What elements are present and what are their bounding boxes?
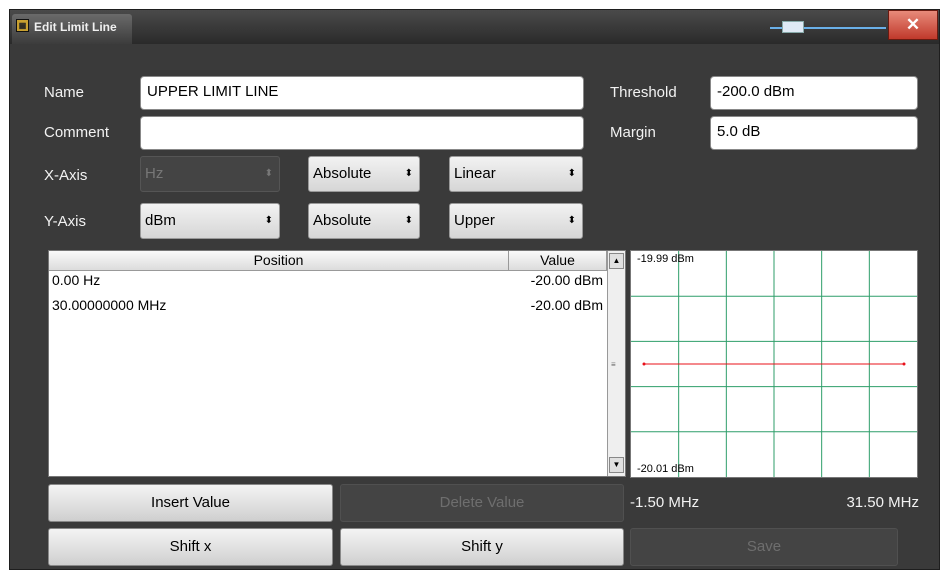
dropdown-arrow-icon: ⬍ [567, 168, 576, 179]
x-stop-label: 31.50 MHz [846, 494, 919, 511]
y-axis-label: Y-Axis [44, 213, 86, 230]
limit-values-table: Position Value 0.00 Hz -20.00 dBm 30.000… [48, 250, 626, 477]
scroll-grip-icon[interactable]: ≡ [611, 361, 622, 373]
margin-label: Margin [610, 124, 656, 141]
preview-chart [631, 251, 917, 477]
y-axis-type-value: Upper [454, 212, 495, 229]
dialog-title: Edit Limit Line [34, 20, 117, 34]
y-top-label: -19.99 dBm [637, 253, 694, 265]
x-axis-mode-value: Absolute [313, 165, 372, 182]
value-column-header[interactable]: Value [509, 251, 607, 270]
save-button: Save [630, 528, 898, 566]
table-scrollbar[interactable]: ▲ ≡ ▼ [607, 251, 625, 476]
x-axis-scale-value: Linear [454, 165, 496, 182]
position-column-header[interactable]: Position [49, 251, 509, 270]
threshold-field[interactable]: -200.0 dBm [710, 76, 918, 110]
y-axis-mode-select[interactable]: Absolute ⬍ [308, 203, 420, 239]
limit-point [902, 362, 906, 366]
value-cell[interactable]: -20.00 dBm [531, 297, 603, 313]
position-cell[interactable]: 30.00000000 MHz [52, 297, 166, 313]
x-axis-mode-select[interactable]: Absolute ⬍ [308, 156, 420, 192]
shift-y-button[interactable]: Shift y [340, 528, 624, 566]
shift-x-button[interactable]: Shift x [48, 528, 333, 566]
scroll-up-icon[interactable]: ▲ [609, 253, 624, 269]
scroll-down-icon[interactable]: ▼ [609, 457, 624, 473]
dropdown-arrow-icon: ⬍ [404, 215, 413, 226]
x-axis-label: X-Axis [44, 167, 88, 184]
y-axis-unit-value: dBm [145, 212, 176, 229]
title-bar[interactable]: ▦ Edit Limit Line ✕ [10, 10, 939, 44]
limit-line-preview: -19.99 dBm -20.01 dBm [630, 250, 918, 478]
comment-label: Comment [44, 124, 110, 141]
delete-value-button: Delete Value [340, 484, 624, 522]
threshold-label: Threshold [610, 84, 677, 101]
edit-limit-line-dialog: ▦ Edit Limit Line ✕ Name UPPER LIMIT LIN… [9, 9, 940, 570]
dropdown-arrow-icon: ⬍ [404, 168, 413, 179]
x-axis-unit-select: Hz ⬍ [140, 156, 280, 192]
name-label: Name [44, 84, 85, 101]
dropdown-arrow-icon: ⬍ [264, 215, 273, 226]
comment-field[interactable] [140, 116, 584, 150]
value-cell[interactable]: -20.00 dBm [531, 272, 603, 288]
x-axis-unit-value: Hz [145, 165, 164, 182]
x-axis-scale-select[interactable]: Linear ⬍ [449, 156, 583, 192]
table-header: Position Value [49, 251, 607, 271]
dropdown-arrow-icon: ⬍ [264, 168, 273, 179]
margin-field[interactable]: 5.0 dB [710, 116, 918, 150]
dialog-body: Name UPPER LIMIT LINE Threshold -200.0 d… [10, 44, 939, 569]
close-button[interactable]: ✕ [888, 10, 938, 40]
y-bottom-label: -20.01 dBm [637, 463, 694, 475]
x-start-label: -1.50 MHz [630, 494, 700, 511]
position-cell[interactable]: 0.00 Hz [52, 272, 100, 288]
transparency-slider-handle[interactable] [782, 21, 804, 33]
y-axis-unit-select[interactable]: dBm ⬍ [140, 203, 280, 239]
y-axis-type-select[interactable]: Upper ⬍ [449, 203, 583, 239]
app-icon: ▦ [16, 19, 29, 32]
insert-value-button[interactable]: Insert Value [48, 484, 333, 522]
y-axis-mode-value: Absolute [313, 212, 372, 229]
dropdown-arrow-icon: ⬍ [567, 215, 576, 226]
limit-point [642, 362, 646, 366]
name-field[interactable]: UPPER LIMIT LINE [140, 76, 584, 110]
